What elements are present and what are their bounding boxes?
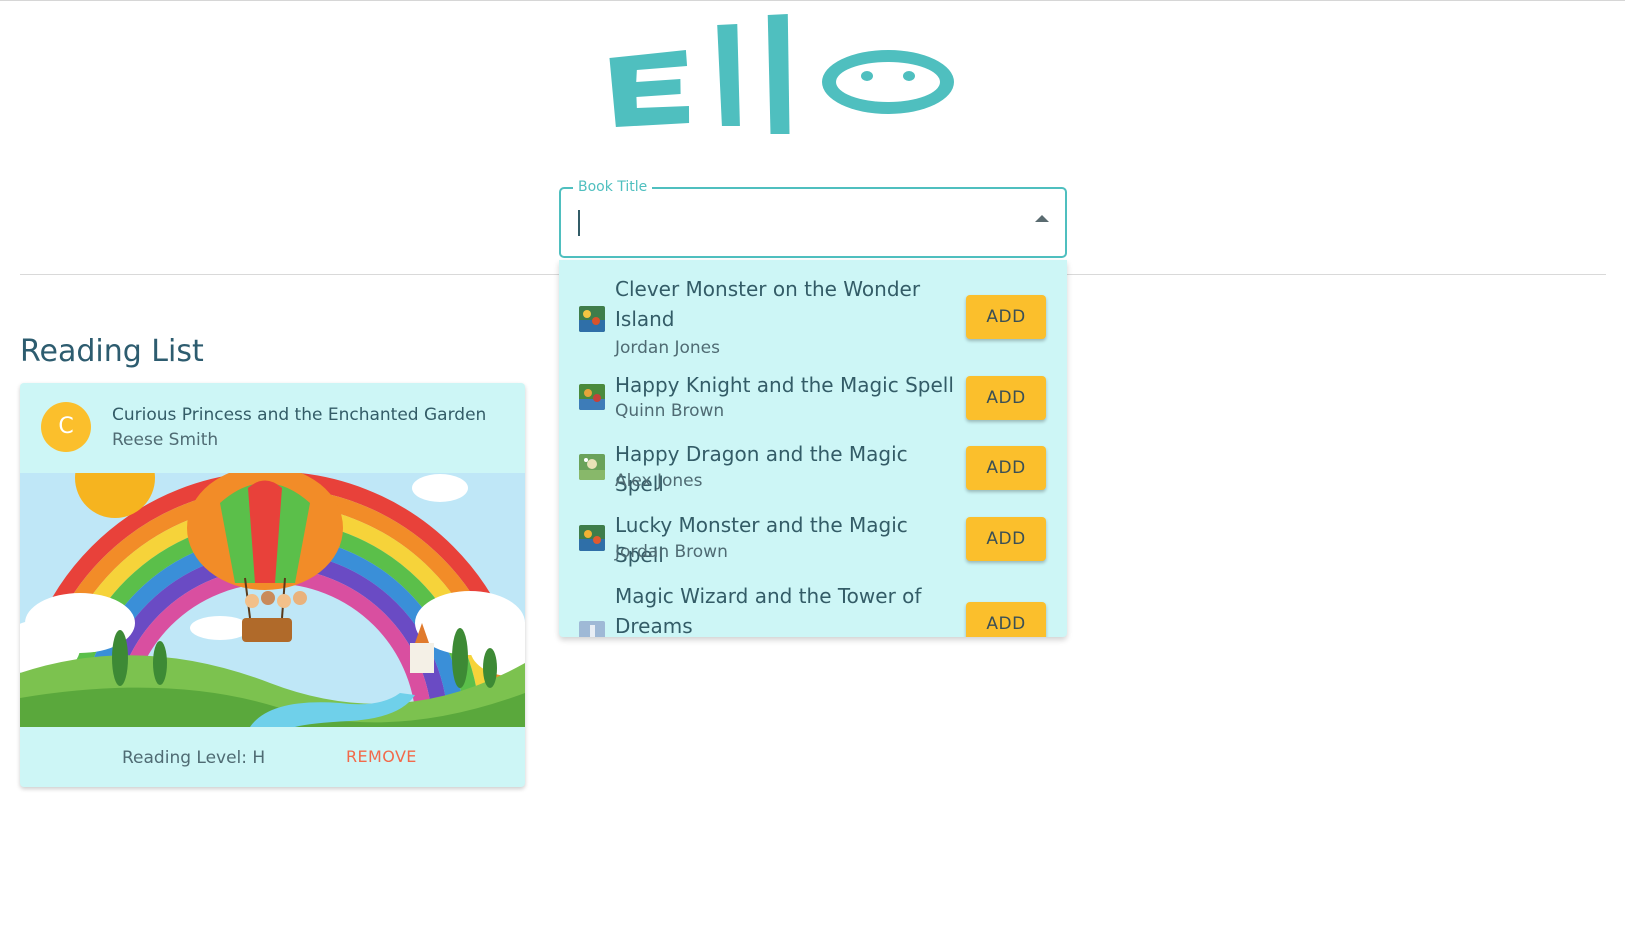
add-book-button[interactable]: ADD: [966, 602, 1046, 637]
book-option-title: Happy Knight and the Magic Spell: [615, 373, 954, 397]
book-option-title: Magic Wizard and the Tower of Dreams: [615, 584, 922, 637]
remove-button[interactable]: REMOVE: [340, 743, 423, 770]
add-book-button[interactable]: ADD: [966, 517, 1046, 561]
book-option-title: Clever Monster on the Wonder Island: [615, 277, 921, 331]
book-option[interactable]: Happy Dragon and the Magic Spell Alex Jo…: [559, 434, 1067, 505]
reading-list-heading: Reading List: [20, 334, 204, 369]
book-cover-image: [20, 473, 525, 727]
ello-logo: [609, 14, 954, 134]
book-cover-icon: [579, 621, 605, 637]
card-book-author: Reese Smith: [112, 430, 219, 450]
book-option[interactable]: Magic Wizard and the Tower of Dreams ADD: [559, 576, 1067, 637]
book-title-autocomplete[interactable]: Book Title: [559, 178, 1067, 258]
book-option-author: Alex Jones: [615, 471, 703, 491]
reading-level-text: Reading Level: H: [122, 748, 266, 768]
text-cursor: [578, 210, 580, 236]
add-book-button[interactable]: ADD: [966, 295, 1046, 339]
book-option[interactable]: Happy Knight and the Magic Spell Quinn B…: [559, 362, 1067, 434]
avatar: C: [41, 402, 91, 452]
book-options-listbox[interactable]: Clever Monster on the Wonder Island Jord…: [559, 260, 1067, 637]
book-option-author: Jordan Jones: [615, 338, 720, 358]
book-option-author: Quinn Brown: [615, 401, 725, 421]
book-option[interactable]: Clever Monster on the Wonder Island Jord…: [559, 260, 1067, 362]
book-title-label: Book Title: [573, 178, 653, 196]
book-title-input[interactable]: [575, 203, 1005, 241]
top-border: [0, 0, 1625, 1]
reading-list-card: C Curious Princess and the Enchanted Gar…: [20, 383, 525, 787]
book-cover-icon: [579, 454, 605, 480]
book-cover-icon: [579, 306, 605, 332]
book-option[interactable]: Lucky Monster and the Magic Spell Jordan…: [559, 505, 1067, 576]
add-book-button[interactable]: ADD: [966, 446, 1046, 490]
add-book-button[interactable]: ADD: [966, 376, 1046, 420]
chevron-up-icon[interactable]: [1035, 215, 1049, 222]
book-cover-icon: [579, 384, 605, 410]
card-book-title: Curious Princess and the Enchanted Garde…: [112, 405, 487, 425]
book-option-author: Jordan Brown: [615, 542, 728, 562]
book-cover-icon: [579, 525, 605, 551]
